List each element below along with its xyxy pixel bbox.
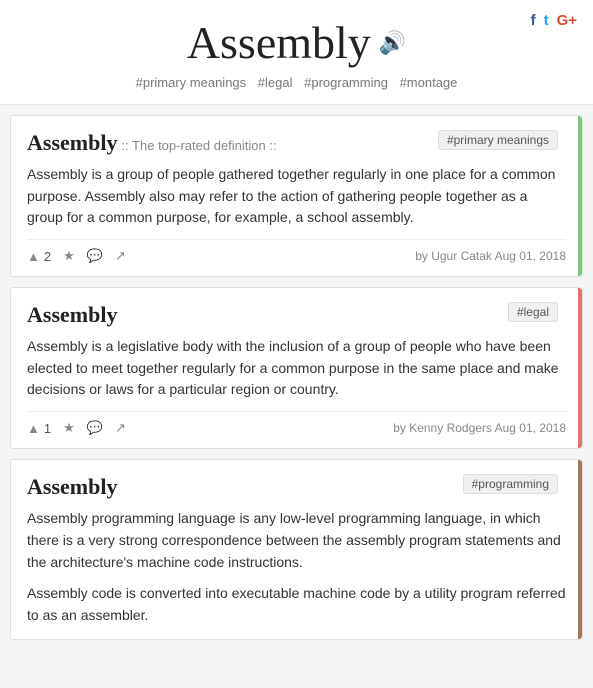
author-date-2: by Kenny Rodgers Aug 01, 2018 — [393, 421, 566, 435]
card-footer-1: ▲ 2 ★ 💬 ↗ by Ugur Catak Aug 01, 2018 — [27, 239, 566, 264]
by-label-1: by — [415, 249, 431, 263]
share-2[interactable]: ↗ — [115, 420, 126, 436]
tag-legal[interactable]: #legal — [258, 75, 293, 90]
star-icon-2: ★ — [63, 420, 75, 436]
card-tag-1[interactable]: #primary meanings — [438, 130, 558, 150]
upvote-2[interactable]: ▲ 1 — [27, 421, 51, 436]
card-title-2: Assembly — [27, 302, 117, 328]
comment-icon-1: 💬 — [87, 248, 103, 264]
tag-montage[interactable]: #montage — [400, 75, 458, 90]
comment-1[interactable]: 💬 — [87, 248, 103, 264]
date-1: Aug 01, 2018 — [495, 249, 566, 263]
social-icons-group: f t G+ — [531, 12, 577, 29]
author-2: Kenny Rodgers — [409, 421, 492, 435]
star-1[interactable]: ★ — [63, 248, 75, 264]
card-tag-2[interactable]: #legal — [508, 302, 558, 322]
card-programming: Assembly #programming Assembly programmi… — [10, 459, 583, 639]
by-label-2: by — [393, 421, 409, 435]
card-header-3: Assembly #programming — [27, 474, 566, 500]
comment-icon-2: 💬 — [87, 420, 103, 436]
vote-count-1: 2 — [44, 249, 51, 264]
card-footer-2: ▲ 1 ★ 💬 ↗ by Kenny Rodgers Aug 01, 2018 — [27, 411, 566, 436]
share-1[interactable]: ↗ — [115, 248, 126, 264]
card-header-2: Assembly #legal — [27, 302, 566, 328]
comment-2[interactable]: 💬 — [87, 420, 103, 436]
star-2[interactable]: ★ — [63, 420, 75, 436]
star-icon-1: ★ — [63, 248, 75, 264]
tag-links-row: #primary meanings #legal #programming #m… — [20, 75, 573, 90]
card-subtitle-1: :: The top-rated definition :: — [121, 138, 276, 153]
page-header: f t G+ Assembly 🔊 #primary meanings #leg… — [0, 0, 593, 105]
facebook-icon[interactable]: f — [531, 12, 536, 29]
card-accent-green — [578, 116, 582, 276]
card-legal: Assembly #legal Assembly is a legislativ… — [10, 287, 583, 449]
card-body-3: Assembly programming language is any low… — [27, 508, 566, 573]
card-accent-red — [578, 288, 582, 448]
main-title: Assembly 🔊 — [187, 16, 406, 69]
card-header-1: Assembly :: The top-rated definition :: … — [27, 130, 566, 156]
upvote-1[interactable]: ▲ 2 — [27, 249, 51, 264]
card-accent-brown — [578, 460, 582, 638]
share-icon-1: ↗ — [115, 248, 126, 264]
vote-count-2: 1 — [44, 421, 51, 436]
upvote-icon-1: ▲ — [27, 249, 40, 264]
twitter-icon[interactable]: t — [544, 12, 549, 29]
cards-container: Assembly :: The top-rated definition :: … — [0, 105, 593, 650]
card-title-group-1: Assembly :: The top-rated definition :: — [27, 130, 277, 156]
card-title-1: Assembly — [27, 130, 117, 155]
date-2: Aug 01, 2018 — [495, 421, 566, 435]
card-title-3: Assembly — [27, 474, 117, 500]
tag-programming[interactable]: #programming — [304, 75, 388, 90]
upvote-icon-2: ▲ — [27, 421, 40, 436]
card-primary: Assembly :: The top-rated definition :: … — [10, 115, 583, 277]
card-body-1: Assembly is a group of people gathered t… — [27, 164, 566, 229]
googleplus-icon[interactable]: G+ — [557, 12, 577, 29]
card-body-2: Assembly is a legislative body with the … — [27, 336, 566, 401]
tag-primary[interactable]: #primary meanings — [136, 75, 247, 90]
vote-actions-2: ▲ 1 ★ 💬 ↗ — [27, 420, 126, 436]
card-body-3b: Assembly code is converted into executab… — [27, 583, 566, 626]
vote-actions-1: ▲ 2 ★ 💬 ↗ — [27, 248, 126, 264]
author-date-1: by Ugur Catak Aug 01, 2018 — [415, 249, 566, 263]
share-icon-2: ↗ — [115, 420, 126, 436]
author-1: Ugur Catak — [431, 249, 492, 263]
speaker-icon[interactable]: 🔊 — [379, 30, 406, 56]
title-text: Assembly — [187, 16, 371, 69]
card-tag-3[interactable]: #programming — [463, 474, 558, 494]
